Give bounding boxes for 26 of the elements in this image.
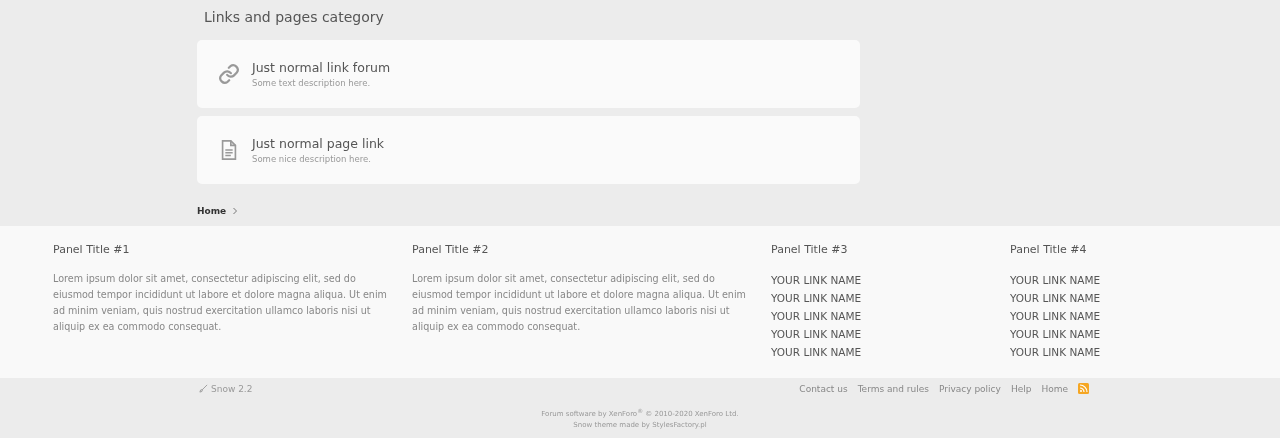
panel-link[interactable]: YOUR LINK NAME <box>771 289 1010 307</box>
panel-title: Panel Title #3 <box>771 243 849 256</box>
node-description: Some nice description here. <box>252 154 372 164</box>
node-title[interactable]: Just normal link forum <box>252 60 391 75</box>
panel-link[interactable]: YOUR LINK NAME <box>771 325 1010 343</box>
panel-link[interactable]: YOUR LINK NAME <box>1010 307 1280 325</box>
panel-title: Panel Title #2 <box>412 243 490 256</box>
panel-link[interactable]: YOUR LINK NAME <box>1010 271 1280 289</box>
panel-title: Panel Title #1 <box>53 243 131 256</box>
panel-link[interactable]: YOUR LINK NAME <box>1010 325 1280 343</box>
panel-link[interactable]: YOUR LINK NAME <box>771 307 1010 325</box>
node-description: Some text description here. <box>252 78 372 88</box>
panel-title: Panel Title #4 <box>1010 243 1088 256</box>
panel-link[interactable]: YOUR LINK NAME <box>771 271 1010 289</box>
link-icon <box>218 63 240 85</box>
breadcrumb-link[interactable]: Home <box>197 205 227 216</box>
node-title[interactable]: Just normal page link <box>252 136 385 151</box>
panel-text: Lorem ipsum dolor sit amet, consectetur adipiscing elit, sed do eiusmod tempor incididunt ut labore et dolore magna aliqua. Ut enim ad minim veniam, quis nostrud exercitation ullamco laboris nisi ut aliquip ex ea commodo consequat. <box>412 272 747 334</box>
category-title: Links and pages category <box>203 8 385 27</box>
brush-icon <box>199 384 208 393</box>
panel-link[interactable]: YOUR LINK NAME <box>771 343 1010 361</box>
panel-link[interactable]: YOUR LINK NAME <box>1010 289 1280 307</box>
panel-link[interactable]: YOUR LINK NAME <box>1010 343 1280 361</box>
panel-text: Lorem ipsum dolor sit amet, consectetur adipiscing elit, sed do eiusmod tempor incididunt ut labore et dolore magna aliqua. Ut enim ad minim veniam, quis nostrud exercitation ullamco laboris nisi ut aliquip ex ea commodo consequat. <box>53 272 388 334</box>
chevron-right-icon <box>232 206 239 215</box>
rss-icon[interactable] <box>1078 383 1089 394</box>
